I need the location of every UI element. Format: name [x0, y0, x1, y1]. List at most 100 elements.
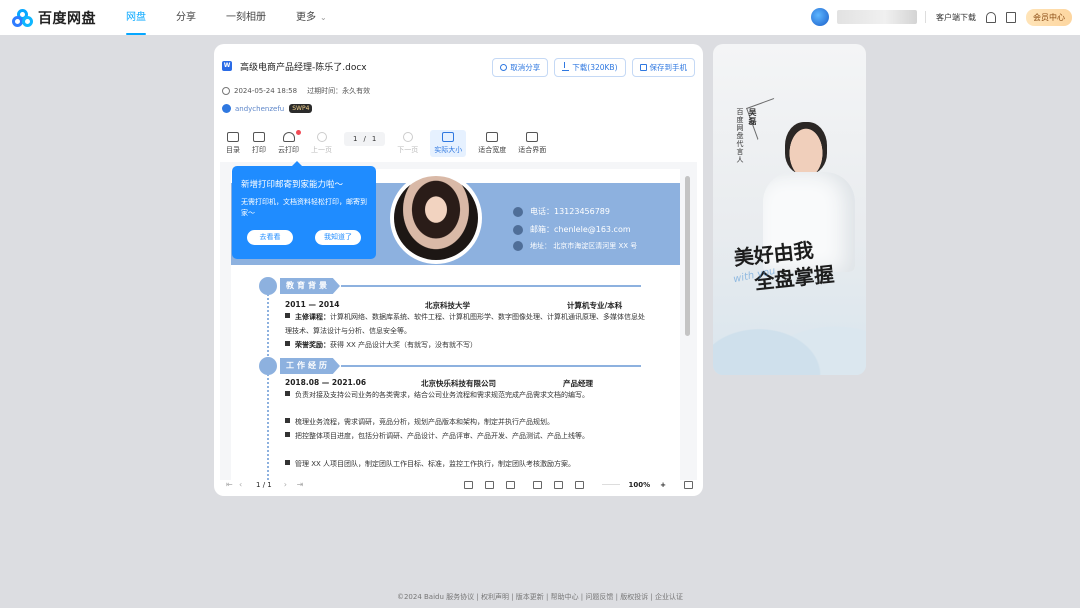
nav-more[interactable]: 更多 ⌄ — [296, 0, 327, 35]
fit-page-icon — [526, 132, 539, 142]
section-rule — [341, 365, 641, 367]
bottom-page-total: 1 — [267, 480, 272, 489]
viewer-toolbar: 目录 打印 云打印 上一页 1 / 1 下一页 实际大小 适合宽度 适合界面 — [226, 130, 558, 158]
vip-center-button[interactable]: 会员中心 — [1026, 8, 1072, 26]
mail-icon — [513, 224, 523, 235]
brand-logo[interactable]: 百度网盘 — [12, 8, 96, 28]
file-meta: 2024-05-24 18:58 过期时间：永久有效 — [222, 86, 370, 96]
work-item: 负责对接及支持公司业务的各类需求，结合公司业务流程和需求规范完成产品需求文档的编… — [285, 388, 645, 402]
actual-size-icon — [442, 132, 455, 142]
fit-page-button[interactable]: 适合界面 — [518, 132, 546, 155]
bullet-square — [285, 341, 290, 346]
courses-text: 计算机网络、数据库系统、软件工程、计算机图形学、数字图像处理、计算机通讯原理、多… — [285, 313, 645, 335]
ad-wave-background — [713, 295, 866, 375]
section-rule — [341, 285, 641, 287]
owner-vip-badge: SWP4 — [289, 104, 313, 113]
cloud-print-label: 云打印 — [278, 146, 299, 154]
page-indicator[interactable]: 1 / 1 — [344, 132, 386, 146]
top-nav-bar: 百度网盘 网盘 分享 一刻相册 更多 ⌄ 客户端下载 会员中心 — [0, 0, 1080, 35]
print-button[interactable]: 打印 — [252, 132, 266, 155]
fit-page-icon[interactable] — [506, 480, 516, 489]
save-to-phone-button[interactable]: 保存到手机 — [631, 58, 695, 77]
chevron-right-icon[interactable]: › — [284, 480, 291, 489]
actual-size-button[interactable]: 实际大小 — [430, 130, 467, 157]
edu-period: 2011 — 2014 — [285, 300, 340, 309]
actual-size-icon[interactable] — [464, 480, 474, 489]
tooltip-view-button[interactable]: 去看看 — [247, 230, 293, 245]
fullscreen-icon[interactable] — [684, 480, 693, 489]
file-owner[interactable]: andychenzefu SWP4 — [222, 104, 313, 113]
ad-banner[interactable]: 百度网盘代言人 吴磊 美好由我 全盘掌握 with you — [713, 44, 866, 375]
tooltip-buttons: 去看看 我知道了 — [247, 230, 361, 245]
nav-netdisk[interactable]: 网盘 — [126, 0, 146, 35]
fit-width-icon[interactable] — [485, 480, 495, 489]
awards-label: 荣誉奖励： — [295, 341, 330, 349]
ad-person-head — [785, 122, 827, 174]
double-page-icon[interactable] — [554, 480, 564, 489]
page-separator: / — [363, 135, 366, 143]
prev-page-label: 上一页 — [311, 146, 332, 154]
contact-phone: 电话：13123456789 — [513, 206, 610, 217]
catalog-icon — [227, 132, 239, 142]
bottom-page-indicator[interactable]: 1 / 1 — [256, 481, 272, 489]
main-nav: 网盘 分享 一刻相册 更多 ⌄ — [126, 0, 357, 35]
bullet-square — [285, 391, 290, 396]
download-button[interactable]: 下载(320KB) — [554, 58, 626, 77]
single-page-icon[interactable] — [533, 480, 543, 489]
zoom-level[interactable]: 100% — [628, 481, 650, 489]
zoom-out-icon[interactable] — [602, 484, 621, 485]
first-page-icon[interactable]: ⇤ — [226, 480, 233, 489]
file-expire: 过期时间：永久有效 — [307, 87, 371, 95]
cloud-print-button[interactable]: 云打印 — [278, 130, 301, 155]
divider — [925, 11, 926, 23]
ad-slogan: 美好由我 全盘掌握 — [733, 235, 836, 297]
tooltip-dismiss-button[interactable]: 我知道了 — [315, 230, 361, 245]
continuous-scroll-icon[interactable] — [575, 480, 585, 489]
zoom-in-icon[interactable]: + — [660, 481, 666, 489]
tooltip-title: 新增打印邮寄到家能力啦～ — [241, 180, 344, 190]
address-text: 地址： 北京市海淀区清河里 XX 号 — [530, 242, 638, 250]
email-text: 邮箱：chenlele@163.com — [530, 225, 631, 234]
download-icon — [562, 62, 570, 71]
username-blurred[interactable] — [837, 10, 917, 24]
arrow-down-icon — [402, 132, 413, 142]
cancel-share-label: 取消分享 — [510, 63, 541, 72]
page-footer: ©2024 Baidu 服务协议 | 权利声明 | 版本更新 | 帮助中心 | … — [396, 593, 684, 601]
client-download-link[interactable]: 客户端下载 — [936, 12, 976, 23]
edu-courses: 主修课程：计算机网络、数据库系统、软件工程、计算机图形学、数字图像处理、计算机通… — [285, 310, 645, 338]
user-avatar[interactable] — [811, 8, 829, 26]
briefcase-icon — [259, 357, 277, 375]
baidu-netdisk-logo-icon — [12, 9, 34, 27]
clipboard-icon[interactable] — [1006, 11, 1016, 23]
clock-icon — [222, 87, 230, 95]
edu-awards: 荣誉奖励：获得 XX 产品设计大奖（有就写，没有就不写） — [285, 338, 645, 352]
file-date: 2024-05-24 18:58 — [234, 87, 298, 95]
bell-icon[interactable] — [986, 11, 996, 23]
cancel-icon — [500, 64, 508, 71]
cancel-share-button[interactable]: 取消分享 — [492, 58, 549, 77]
bullet-square — [285, 313, 290, 318]
prev-page-button[interactable]: 上一页 — [311, 132, 332, 155]
brand-name: 百度网盘 — [38, 11, 96, 27]
bullet-square — [285, 460, 290, 465]
print-label: 打印 — [252, 146, 266, 154]
section-work-title: 工作经历 — [280, 358, 340, 374]
nav-share[interactable]: 分享 — [176, 0, 196, 35]
location-icon — [513, 241, 523, 251]
next-page-button[interactable]: 下一页 — [397, 132, 418, 155]
last-page-icon[interactable]: ⇥ — [297, 480, 304, 489]
nav-album[interactable]: 一刻相册 — [226, 0, 266, 35]
fit-width-button[interactable]: 适合宽度 — [478, 132, 506, 155]
notification-dot — [296, 130, 301, 135]
catalog-button[interactable]: 目录 — [226, 132, 240, 155]
phone-icon — [639, 64, 647, 71]
fit-page-label: 适合界面 — [518, 146, 547, 154]
scrollbar-thumb[interactable] — [685, 176, 690, 336]
catalog-label: 目录 — [226, 146, 240, 154]
page-current: 1 — [353, 135, 358, 143]
chevron-down-icon: ⌄ — [320, 13, 327, 22]
work-item: 管理 XX 人项目团队，制定团队工作目标、标准，监控工作执行，制定团队考核激励方… — [285, 457, 645, 471]
actual-size-label: 实际大小 — [434, 146, 463, 154]
fit-width-label: 适合宽度 — [478, 146, 507, 154]
chevron-left-icon[interactable]: ‹ — [239, 480, 246, 489]
